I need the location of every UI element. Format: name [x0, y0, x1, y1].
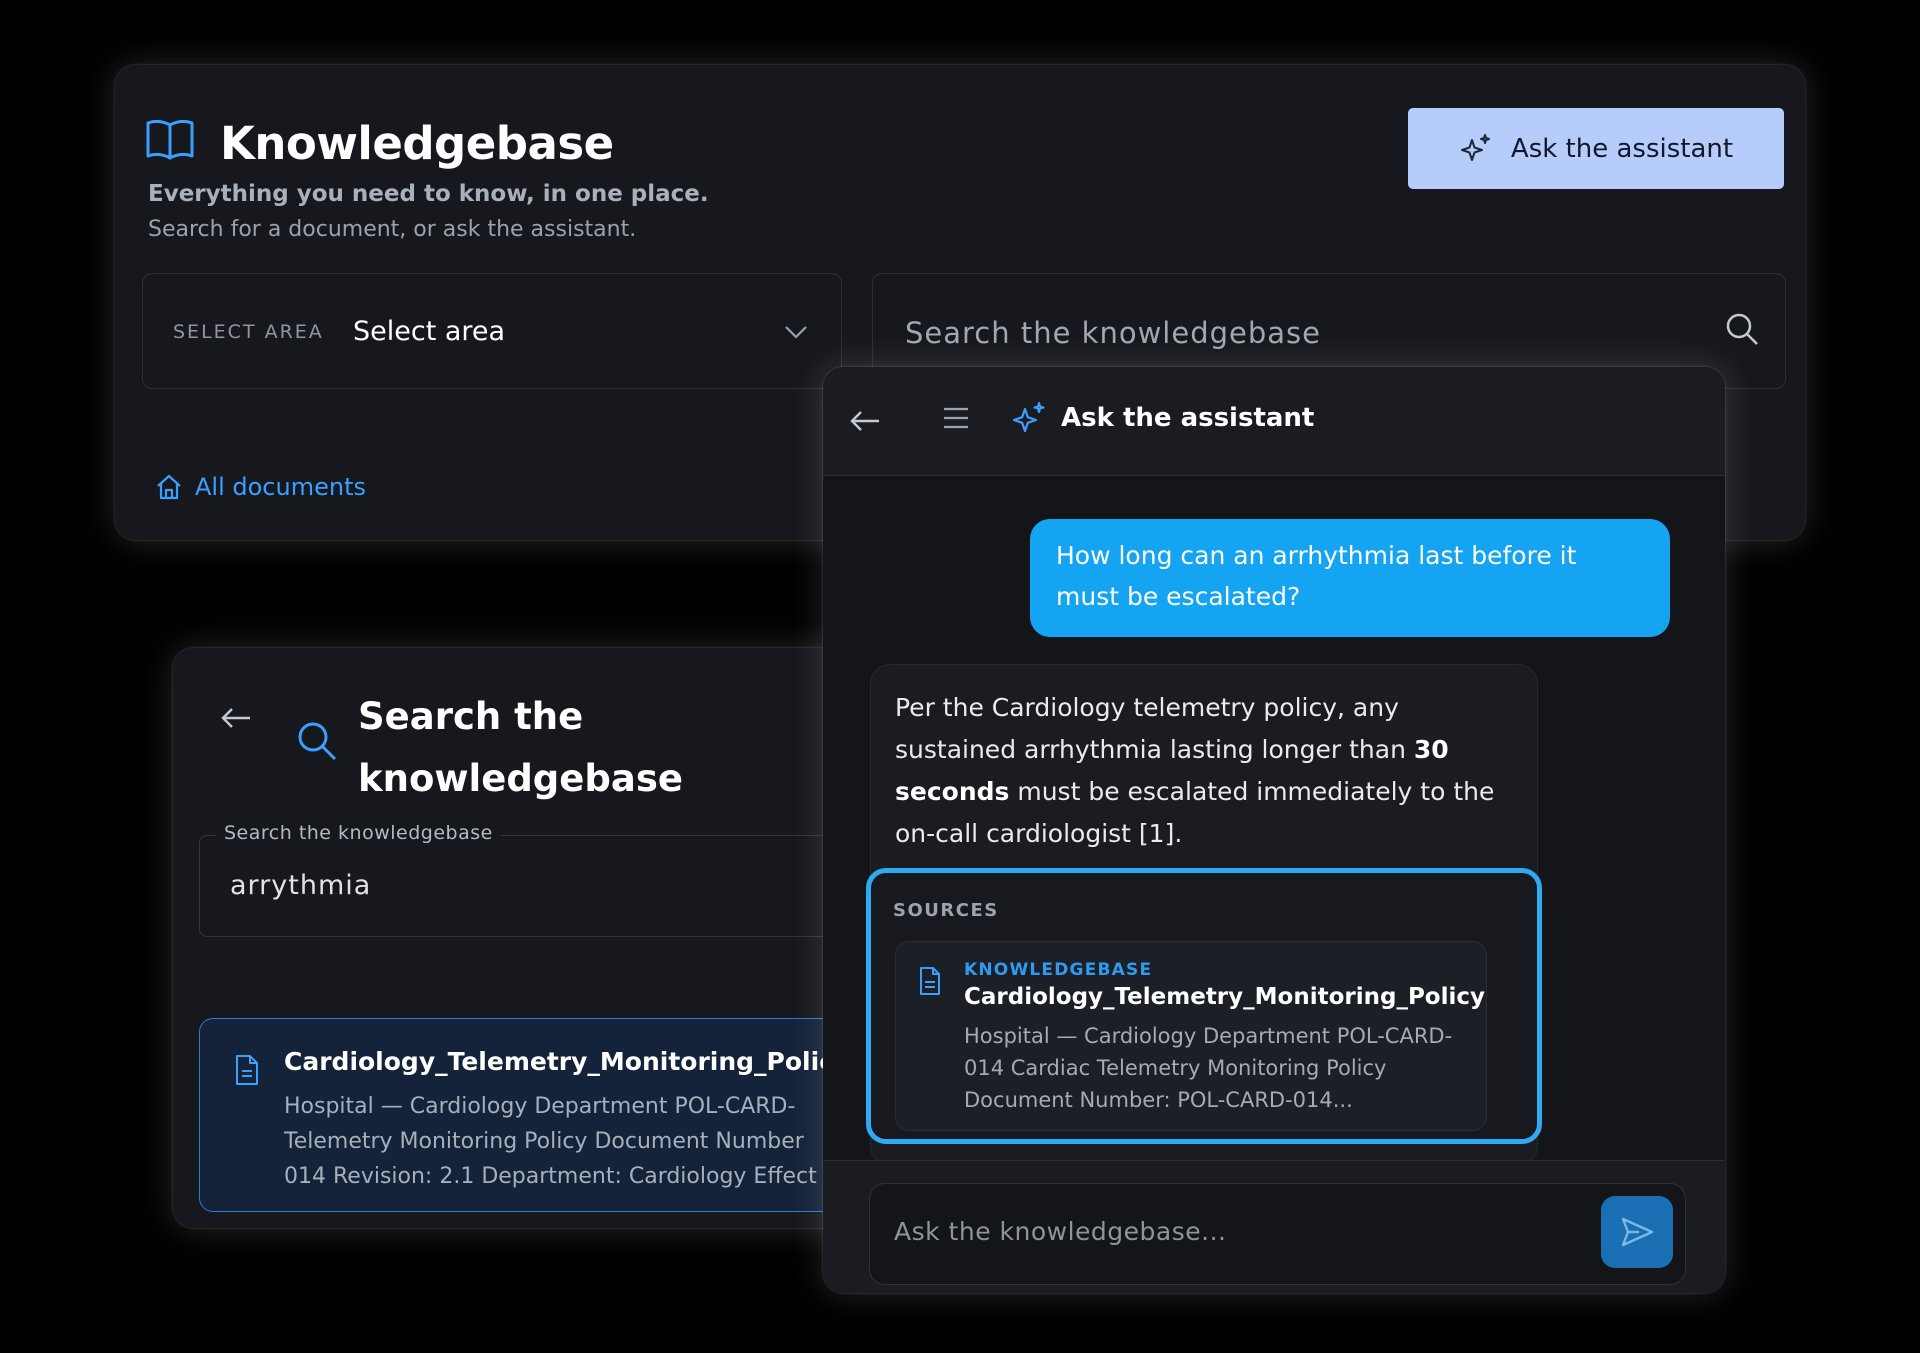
- snippet-line: 014 Revision: 2.1 Department: Cardiology…: [284, 1164, 817, 1189]
- sparkle-icon: [1460, 133, 1490, 161]
- search-field[interactable]: Search the knowledgebase arrythmia: [199, 822, 873, 937]
- search-result-snippet: Hospital — Cardiology Department POL-CAR…: [284, 1089, 873, 1194]
- back-arrow-icon[interactable]: [218, 700, 254, 736]
- back-arrow-icon[interactable]: [847, 403, 883, 439]
- search-field-label: Search the knowledgebase: [216, 822, 501, 844]
- menu-icon[interactable]: [941, 403, 971, 433]
- assistant-footer: Ask the knowledgebase...: [823, 1160, 1725, 1293]
- document-icon: [920, 967, 940, 995]
- search-field-value: arrythmia: [230, 870, 372, 901]
- reply-text-start: Per the Cardiology telemetry policy, any…: [895, 693, 1414, 764]
- page-description: Search for a document, or ask the assist…: [148, 217, 637, 242]
- ask-input[interactable]: Ask the knowledgebase...: [869, 1183, 1686, 1285]
- area-select[interactable]: SELECT AREA Select area: [142, 273, 842, 389]
- assistant-title: Ask the assistant: [1061, 403, 1315, 433]
- source-snippet: Hospital — Cardiology Department POL-CAR…: [964, 1024, 1453, 1112]
- search-panel: Search the knowledgebase Search the know…: [173, 648, 873, 1228]
- assistant-reply-text: Per the Cardiology telemetry policy, any…: [895, 687, 1515, 855]
- assistant-panel: Ask the assistant How long can an arrhyt…: [823, 367, 1725, 1293]
- source-tag: KNOWLEDGEBASE: [964, 960, 1153, 980]
- search-icon: [298, 722, 337, 761]
- assistant-header: Ask the assistant: [823, 367, 1725, 476]
- all-documents-link[interactable]: All documents: [155, 473, 366, 501]
- snippet-line: Telemetry Monitoring Policy Document Num…: [284, 1129, 804, 1154]
- search-result-title: Cardiology_Telemetry_Monitoring_Policy: [284, 1047, 851, 1076]
- search-result-item[interactable]: Cardiology_Telemetry_Monitoring_Policy H…: [199, 1018, 873, 1212]
- chevron-down-icon: [785, 326, 807, 339]
- search-placeholder: Search the knowledgebase: [905, 316, 1321, 350]
- all-documents-label: All documents: [195, 473, 366, 501]
- search-panel-title: Search the knowledgebase: [358, 695, 683, 800]
- ask-assistant-button[interactable]: Ask the assistant: [1408, 108, 1784, 189]
- page-title: Knowledgebase: [220, 117, 614, 170]
- sources-section: SOURCES KNOWLEDGEBASE Cardiology_Telemet…: [866, 868, 1542, 1144]
- user-message: How long can an arrhythmia last before i…: [1030, 519, 1670, 637]
- source-title: Cardiology_Telemetry_Monitoring_Policy: [964, 984, 1486, 1010]
- ask-input-placeholder: Ask the knowledgebase...: [894, 1217, 1227, 1246]
- area-select-value: Select area: [353, 316, 506, 347]
- book-icon: [146, 119, 194, 160]
- send-icon: [1621, 1217, 1654, 1247]
- ask-assistant-button-label: Ask the assistant: [1510, 133, 1734, 164]
- page-subtitle: Everything you need to know, in one plac…: [148, 181, 709, 207]
- area-select-label: SELECT AREA: [173, 321, 324, 343]
- snippet-line: Hospital — Cardiology Department POL-CAR…: [284, 1094, 796, 1119]
- home-icon: [157, 474, 181, 500]
- source-card[interactable]: KNOWLEDGEBASE Cardiology_Telemetry_Monit…: [895, 941, 1487, 1131]
- search-icon[interactable]: [1723, 310, 1761, 348]
- send-button[interactable]: [1601, 1196, 1673, 1268]
- document-icon: [236, 1055, 258, 1085]
- sparkle-icon: [1012, 401, 1045, 433]
- sources-label: SOURCES: [893, 900, 999, 921]
